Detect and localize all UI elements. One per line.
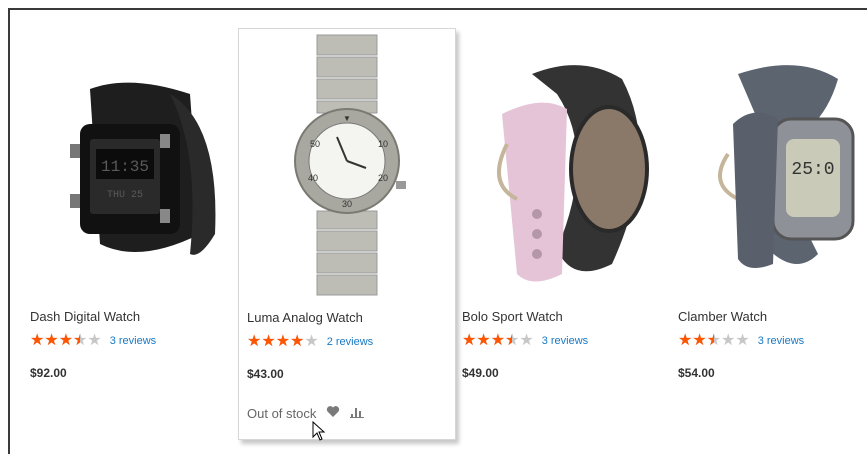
svg-text:THU 25: THU 25: [107, 190, 143, 201]
product-rating: ★★★★★ ★★★★★ 3 reviews: [462, 333, 588, 349]
rating-fill: ★★★★★: [678, 333, 714, 349]
product-image[interactable]: ▼ 50 10 40 20 30: [239, 29, 455, 301]
product-name[interactable]: Bolo Sport Watch: [462, 309, 563, 324]
svg-text:30: 30: [342, 199, 352, 209]
svg-text:11:35: 11:35: [101, 158, 149, 176]
product-name[interactable]: Luma Analog Watch: [247, 310, 363, 325]
product-image[interactable]: 25:0: [670, 28, 867, 300]
svg-text:▼: ▼: [343, 114, 351, 123]
rating-stars: ★★★★★ ★★★★★: [462, 332, 534, 349]
rating-fill: ★★★★★: [247, 334, 305, 350]
product-card[interactable]: 11:35 THU 25 Dash Digital Watch ★★★★★ ★★…: [22, 28, 238, 438]
window-frame-left: [8, 8, 10, 454]
product-card-hovered[interactable]: ▼ 50 10 40 20 30 Luma Analog Watch ★★★★★…: [238, 28, 456, 440]
stock-status-row: Out of stock: [247, 405, 365, 421]
wishlist-heart-icon[interactable]: [326, 405, 340, 421]
svg-text:10: 10: [378, 139, 388, 149]
product-rating: ★★★★★ ★★★★★ 3 reviews: [678, 333, 804, 349]
product-price: $43.00: [247, 367, 284, 381]
compare-bars-icon[interactable]: [350, 406, 365, 421]
product-image[interactable]: [454, 28, 670, 300]
product-rating: ★★★★★ ★★★★★ 2 reviews: [247, 334, 373, 350]
stock-status: Out of stock: [247, 405, 317, 421]
svg-text:20: 20: [378, 173, 388, 183]
rating-stars: ★★★★★ ★★★★★: [678, 332, 750, 349]
reviews-link[interactable]: 2 reviews: [327, 336, 373, 348]
window-frame-top: [8, 8, 867, 10]
digital-watch-image: 11:35 THU 25: [70, 82, 216, 255]
product-price: $92.00: [30, 366, 67, 380]
product-name[interactable]: Dash Digital Watch: [30, 309, 140, 324]
mouse-cursor-icon: [312, 421, 326, 441]
product-rating: ★★★★★ ★★★★★ 3 reviews: [30, 333, 156, 349]
svg-text:50: 50: [310, 139, 320, 149]
reviews-link[interactable]: 3 reviews: [542, 335, 588, 347]
svg-text:25:0: 25:0: [791, 160, 834, 180]
svg-text:40: 40: [308, 173, 318, 183]
product-card[interactable]: Bolo Sport Watch ★★★★★ ★★★★★ 3 reviews $…: [454, 28, 670, 438]
reviews-link[interactable]: 3 reviews: [110, 335, 156, 347]
product-card[interactable]: 25:0 Clamber Watch ★★★★★ ★★★★★ 3 reviews…: [670, 28, 867, 438]
analog-watch-image: ▼ 50 10 40 20 30: [294, 34, 406, 296]
rating-fill: ★★★★★: [462, 333, 513, 349]
rating-stars: ★★★★★ ★★★★★: [30, 332, 102, 349]
sport-watch-image: [497, 65, 649, 282]
reviews-link[interactable]: 3 reviews: [758, 335, 804, 347]
product-image[interactable]: 11:35 THU 25: [22, 28, 238, 300]
product-price: $54.00: [678, 366, 715, 380]
clamber-watch-image: 25:0: [718, 65, 855, 268]
rating-stars: ★★★★★ ★★★★★: [247, 333, 319, 350]
rating-fill: ★★★★★: [30, 333, 81, 349]
product-price: $49.00: [462, 366, 499, 380]
product-name[interactable]: Clamber Watch: [678, 309, 767, 324]
